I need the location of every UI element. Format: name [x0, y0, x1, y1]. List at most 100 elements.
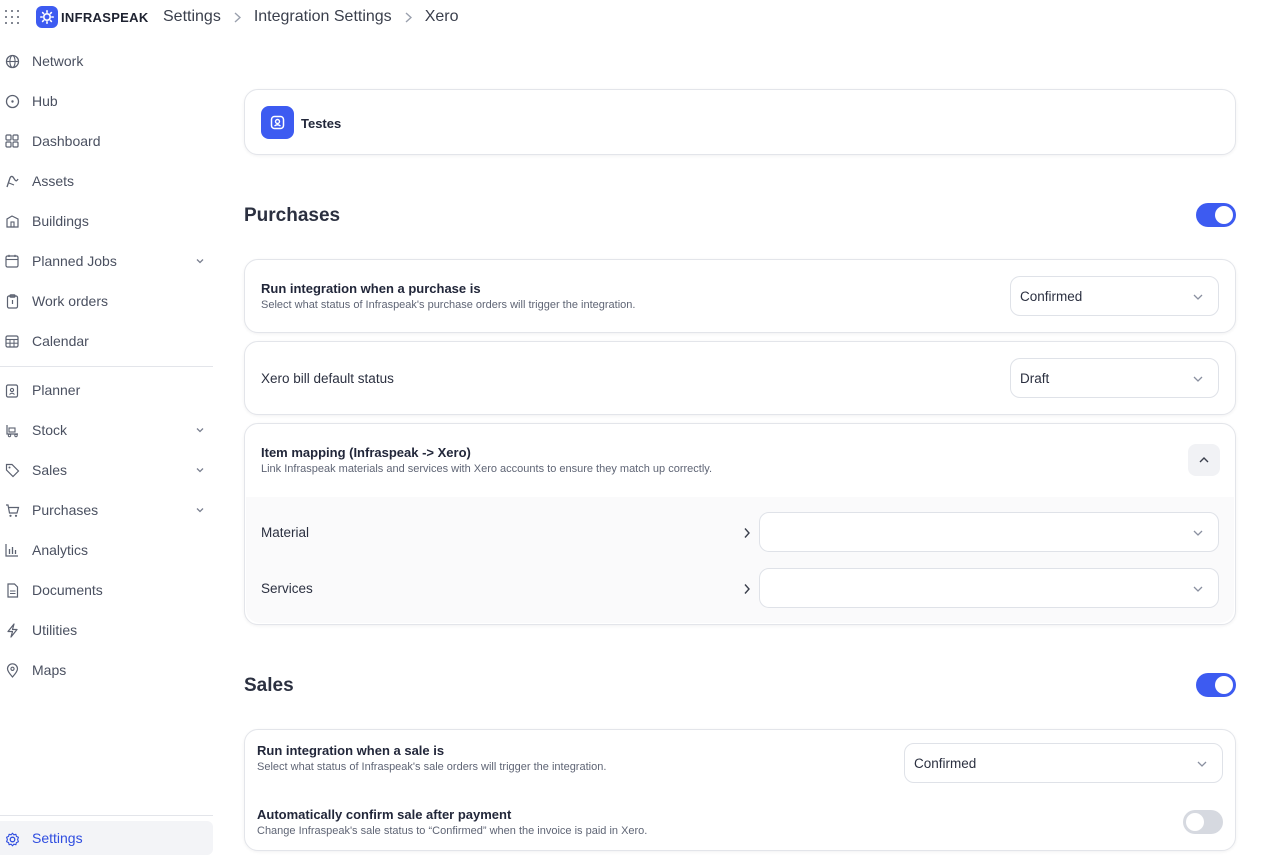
- sidebar-item-documents[interactable]: Documents: [0, 571, 213, 609]
- collapse-button[interactable]: [1188, 444, 1220, 476]
- sidebar-item-planner[interactable]: Planner: [0, 371, 213, 409]
- sale-status-value: Confirmed: [914, 755, 977, 771]
- sidebar-item-label: Settings: [32, 830, 83, 846]
- sidebar-item-label: Planner: [32, 382, 81, 398]
- sidebar-item-label: Network: [32, 53, 84, 69]
- brand-name: INFRASPEAK: [61, 9, 149, 25]
- sale-run-integration-description: Select what status of Infraspeak's sale …: [257, 761, 607, 773]
- chevron-right-icon: [405, 11, 412, 23]
- logo-gear-icon: [36, 6, 58, 28]
- chevron-right-icon: [744, 528, 750, 538]
- sale-status-select[interactable]: Confirmed: [904, 743, 1223, 783]
- stock-icon: [4, 422, 20, 438]
- sidebar-item-label: Dashboard: [32, 133, 101, 149]
- item-mapping-rows: Material Services: [246, 497, 1234, 623]
- auto-confirm-title: Automatically confirm sale after payment: [257, 807, 512, 822]
- hub-icon: [4, 93, 20, 109]
- sidebar-item-label: Analytics: [32, 542, 89, 558]
- apps-grid-icon[interactable]: [5, 10, 19, 24]
- sidebar-item-utilities[interactable]: Utilities: [0, 611, 213, 649]
- globe-icon: [4, 53, 20, 69]
- sidebar-item-stock[interactable]: Stock: [0, 411, 213, 449]
- gear-icon: [4, 831, 20, 847]
- sidebar-item-label: Assets: [32, 173, 75, 189]
- sidebar-item-settings[interactable]: Settings: [0, 821, 213, 855]
- dashboard-icon: [4, 133, 20, 149]
- sales-toggle[interactable]: [1196, 673, 1236, 697]
- purchase-status-select[interactable]: Confirmed: [1010, 276, 1219, 316]
- sidebar-item-assets[interactable]: Assets: [0, 162, 213, 200]
- sidebar-item-label: Maps: [32, 662, 67, 678]
- chevron-right-icon: [744, 584, 750, 594]
- sidebar-item-label: Purchases: [32, 502, 99, 518]
- sidebar-item-dashboard[interactable]: Dashboard: [0, 122, 213, 160]
- sidebar-item-label: Hub: [32, 93, 58, 109]
- sidebar-item-label: Utilities: [32, 622, 78, 638]
- chevron-down-icon[interactable]: [195, 426, 205, 434]
- sidebar-item-buildings[interactable]: Buildings: [0, 202, 213, 240]
- bar-chart-icon: [4, 542, 20, 558]
- sidebar-item-label: Planned Jobs: [32, 253, 117, 269]
- sidebar-item-label: Calendar: [32, 333, 89, 349]
- chevron-up-icon: [1199, 457, 1209, 463]
- sidebar: Network Hub Dashboard Assets Buildings P…: [0, 42, 213, 855]
- xero-bill-status-card: Xero bill default status Draft: [244, 341, 1236, 415]
- sidebar-item-label: Buildings: [32, 213, 89, 229]
- purchase-status-value: Confirmed: [1020, 288, 1083, 304]
- calendar-icon: [4, 333, 20, 349]
- breadcrumb: Settings Integration Settings Xero: [163, 8, 458, 26]
- chevron-right-icon: [234, 11, 241, 23]
- services-account-select[interactable]: [759, 568, 1219, 608]
- breadcrumb-xero: Xero: [424, 8, 459, 25]
- brand-logo[interactable]: INFRASPEAK: [36, 6, 149, 28]
- chevron-down-icon[interactable]: [195, 466, 205, 474]
- sidebar-item-sales[interactable]: Sales: [0, 451, 213, 489]
- cart-icon: [4, 502, 20, 518]
- sidebar-item-label: Documents: [32, 582, 103, 598]
- sidebar-item-purchases[interactable]: Purchases: [0, 491, 213, 529]
- company-avatar-icon: [261, 106, 294, 139]
- xero-bill-status-value: Draft: [1020, 370, 1050, 386]
- sale-run-integration-title: Run integration when a sale is: [257, 743, 445, 758]
- planner-icon: [4, 382, 20, 398]
- sidebar-item-hub[interactable]: Hub: [0, 82, 213, 120]
- breadcrumb-settings[interactable]: Settings: [163, 8, 221, 26]
- sidebar-item-analytics[interactable]: Analytics: [0, 531, 213, 569]
- mapping-label-material: Material: [261, 525, 310, 540]
- sales-settings-card: Run integration when a sale is Select wh…: [244, 729, 1236, 851]
- purchases-section-title: Purchases: [244, 205, 341, 226]
- sidebar-item-maps[interactable]: Maps: [0, 651, 213, 689]
- sidebar-divider: [0, 815, 213, 816]
- chevron-down-icon: [1193, 294, 1203, 300]
- chevron-down-icon[interactable]: [195, 506, 205, 514]
- chevron-down-icon[interactable]: [195, 257, 205, 265]
- document-icon: [4, 582, 20, 598]
- sidebar-item-label: Sales: [32, 462, 68, 478]
- sales-section-title: Sales: [244, 675, 294, 696]
- item-mapping-card: Item mapping (Infraspeak -> Xero) Link I…: [244, 423, 1236, 625]
- purchases-toggle[interactable]: [1196, 203, 1236, 227]
- building-icon: [4, 213, 20, 229]
- mapping-label-services: Services: [261, 581, 313, 596]
- sidebar-divider: [0, 366, 213, 367]
- sidebar-item-calendar[interactable]: Calendar: [0, 322, 213, 360]
- sidebar-item-label: Stock: [32, 422, 68, 438]
- sidebar-item-work-orders[interactable]: Work orders: [0, 282, 213, 320]
- clipboard-icon: [4, 293, 20, 309]
- item-mapping-title: Item mapping (Infraspeak -> Xero): [261, 445, 471, 460]
- auto-confirm-toggle[interactable]: [1183, 810, 1223, 834]
- sidebar-item-network[interactable]: Network: [0, 42, 213, 80]
- item-mapping-description: Link Infraspeak materials and services w…: [261, 463, 713, 475]
- auto-confirm-description: Change Infraspeak's sale status to “Conf…: [257, 825, 648, 837]
- chevron-down-icon: [1193, 586, 1203, 592]
- top-bar: INFRASPEAK Settings Integration Settings…: [0, 0, 1264, 36]
- sidebar-item-planned-jobs[interactable]: Planned Jobs: [0, 242, 213, 280]
- material-account-select[interactable]: [759, 512, 1219, 552]
- chevron-down-icon: [1193, 530, 1203, 536]
- xero-bill-status-select[interactable]: Draft: [1010, 358, 1219, 398]
- chevron-down-icon: [1193, 376, 1203, 382]
- purchase-run-integration-card: Run integration when a purchase is Selec…: [244, 259, 1236, 333]
- sidebar-item-label: Work orders: [32, 293, 108, 309]
- bolt-icon: [4, 622, 20, 638]
- breadcrumb-integration-settings[interactable]: Integration Settings: [254, 8, 392, 26]
